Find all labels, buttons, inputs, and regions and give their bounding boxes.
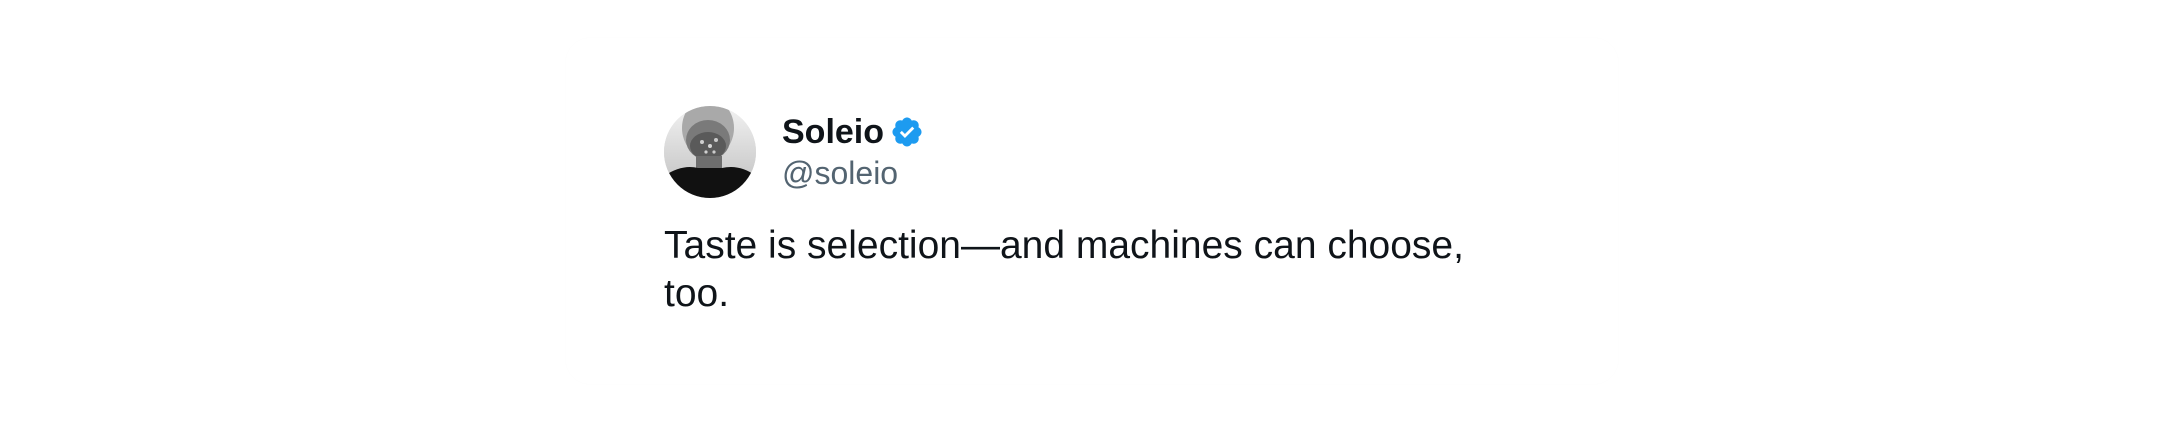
name-row: Soleio	[782, 111, 924, 153]
tweet: Soleio @soleio Taste is selection—and ma…	[664, 106, 1484, 318]
author-block: Soleio @soleio	[782, 111, 924, 193]
page: Soleio @soleio Taste is selection—and ma…	[0, 0, 2166, 422]
tweet-header: Soleio @soleio	[664, 106, 1484, 198]
verified-badge-icon	[890, 115, 924, 149]
avatar[interactable]	[664, 106, 756, 198]
avatar-image	[664, 106, 756, 198]
tweet-text: Taste is selection—and machines can choo…	[664, 224, 1464, 315]
author-display-name[interactable]: Soleio	[782, 111, 884, 153]
author-handle[interactable]: @soleio	[782, 153, 924, 193]
